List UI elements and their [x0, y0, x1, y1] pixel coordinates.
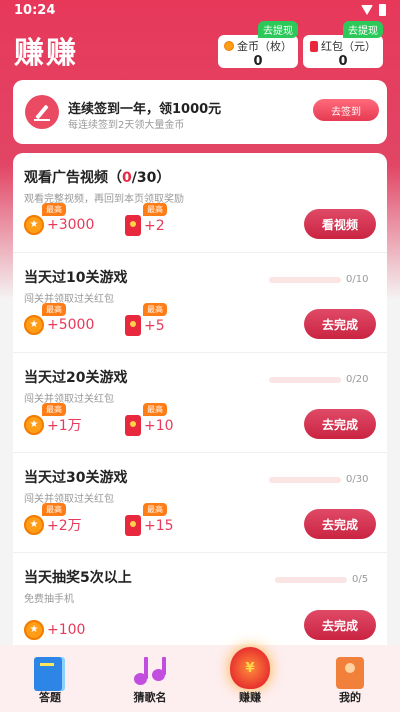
nav-label: 猜歌名 — [133, 691, 167, 704]
redpack-reward: 最高 +5 — [125, 303, 167, 336]
redpack-balance-value: 0 — [338, 54, 348, 69]
music-note-icon — [132, 657, 168, 689]
signin-button[interactable]: 去签到 — [313, 99, 379, 121]
coin-balance-card[interactable]: 去提现 金币（枚） 0 — [218, 21, 298, 69]
wifi-icon — [361, 5, 373, 15]
coin-balance-value: 0 — [253, 54, 263, 69]
nav-item-earn[interactable]: 赚赚 — [200, 645, 300, 712]
task-progress-bar — [269, 277, 341, 283]
redpack-reward-amount: +2 — [144, 217, 165, 234]
coin-icon: ★ — [24, 415, 44, 435]
watch-video-button[interactable]: 看视频 — [304, 209, 376, 239]
app-title: 赚赚 — [14, 36, 78, 71]
task-progress-text: 0/30 — [346, 474, 369, 485]
task-list: 观看广告视频（0/30） 观看完整视频，再回到本页领取奖励 最高 ★ +3000… — [13, 153, 387, 653]
task-progress-bar — [275, 577, 347, 583]
redpack-reward-amount: +15 — [144, 517, 174, 534]
signin-subtitle: 每连续签到2天领大量金币 — [68, 120, 185, 131]
redpack-reward-amount: +10 — [144, 417, 174, 434]
book-icon — [34, 657, 62, 691]
status-bar: 10:24 — [0, 0, 400, 22]
nav-label: 赚赚 — [239, 691, 261, 704]
task-progress-text: 0/5 — [352, 574, 369, 585]
coin-withdraw-tag[interactable]: 去提现 — [258, 21, 298, 38]
coin-reward-amount: +100 — [47, 622, 86, 638]
task-description: 闯关并领取过关红包 — [24, 294, 114, 305]
nav-item-mine[interactable]: 我的 — [300, 645, 400, 712]
best-tag: 最高 — [143, 503, 167, 516]
go-complete-button[interactable]: 去完成 — [304, 409, 376, 439]
signin-card: 连续签到一年，领1000元 每连续签到2天领大量金币 去签到 — [13, 80, 387, 144]
redpack-withdraw-tag[interactable]: 去提现 — [343, 21, 383, 38]
best-tag: 最高 — [42, 303, 66, 316]
task-description: 免费抽手机 — [24, 594, 74, 605]
go-complete-button[interactable]: 去完成 — [304, 509, 376, 539]
task-progress-text: 0/10 — [346, 274, 369, 285]
task-title: 当天过30关游戏 — [24, 470, 128, 486]
red-packet-icon — [125, 215, 141, 236]
task-description: 闯关并领取过关红包 — [24, 494, 114, 505]
best-tag: 最高 — [143, 203, 167, 216]
task-title: 当天过20关游戏 — [24, 370, 128, 386]
redpack-reward-amount: +5 — [144, 317, 165, 334]
go-complete-button[interactable]: 去完成 — [304, 309, 376, 339]
coin-icon: ★ — [24, 215, 44, 235]
task-progress-text: 0/20 — [346, 374, 369, 385]
coin-reward-amount: +3000 — [47, 217, 95, 233]
coin-reward: 最高 ★ +1万 — [24, 403, 82, 435]
coin-icon: ★ — [24, 315, 44, 335]
redpack-reward: 最高 +10 — [125, 403, 174, 436]
coin-reward: 最高 ★ +5000 — [24, 303, 95, 335]
best-tag: 最高 — [143, 303, 167, 316]
go-complete-button[interactable]: 去完成 — [304, 610, 376, 640]
red-packet-icon — [125, 515, 141, 536]
task-title: 观看广告视频（0/30） — [24, 170, 171, 186]
battery-icon — [379, 4, 386, 16]
redpack-reward: 最高 +15 — [125, 503, 174, 536]
coin-reward: 最高 ★ +3000 — [24, 203, 95, 235]
profile-icon — [336, 657, 364, 689]
nav-label: 答题 — [39, 691, 61, 704]
task-title: 当天过10关游戏 — [24, 270, 128, 286]
coin-reward-amount: +1万 — [47, 418, 82, 434]
task-pass-20-levels: 当天过20关游戏 闯关并领取过关红包 0/20 最高 ★ +1万 最高 +10 … — [13, 353, 387, 453]
red-packet-icon — [125, 315, 141, 336]
coin-reward: ★ +100 — [24, 620, 85, 640]
task-pass-10-levels: 当天过10关游戏 闯关并领取过关红包 0/10 最高 ★ +5000 最高 +5… — [13, 253, 387, 353]
money-bag-icon — [230, 647, 270, 689]
nav-item-quiz[interactable]: 答题 — [0, 645, 100, 712]
coin-icon: ★ — [24, 515, 44, 535]
coin-icon — [224, 41, 234, 51]
task-progress-bar — [269, 377, 341, 383]
signin-title: 连续签到一年，领1000元 — [68, 102, 222, 117]
task-progress-bar — [269, 477, 341, 483]
best-tag: 最高 — [143, 403, 167, 416]
red-packet-icon — [125, 415, 141, 436]
best-tag: 最高 — [42, 503, 66, 516]
coin-reward: 最高 ★ +2万 — [24, 503, 82, 535]
nav-label: 我的 — [339, 691, 361, 704]
redpack-balance-card[interactable]: 去提现 红包（元） 0 — [303, 21, 383, 69]
task-pass-30-levels: 当天过30关游戏 闯关并领取过关红包 0/30 最高 ★ +2万 最高 +15 … — [13, 453, 387, 553]
coin-balance-label: 金币（枚） — [237, 40, 292, 53]
coin-reward-amount: +2万 — [47, 518, 82, 534]
redpack-balance-label: 红包（元） — [321, 40, 376, 53]
best-tag: 最高 — [42, 403, 66, 416]
redpack-reward: 最高 +2 — [125, 203, 167, 236]
task-title: 当天抽奖5次以上 — [24, 570, 132, 586]
bottom-nav: 答题 猜歌名 赚赚 我的 — [0, 645, 400, 712]
task-lottery-5-times: 当天抽奖5次以上 免费抽手机 0/5 ★ +100 去完成 — [13, 553, 387, 653]
status-time: 10:24 — [14, 3, 56, 18]
task-watch-video: 观看广告视频（0/30） 观看完整视频，再回到本页领取奖励 最高 ★ +3000… — [13, 153, 387, 253]
best-tag: 最高 — [42, 203, 66, 216]
pencil-icon — [25, 95, 59, 129]
coin-reward-amount: +5000 — [47, 317, 95, 333]
coin-icon: ★ — [24, 620, 44, 640]
red-packet-icon — [310, 40, 318, 52]
task-description: 闯关并领取过关红包 — [24, 394, 114, 405]
nav-item-guess-song[interactable]: 猜歌名 — [100, 645, 200, 712]
